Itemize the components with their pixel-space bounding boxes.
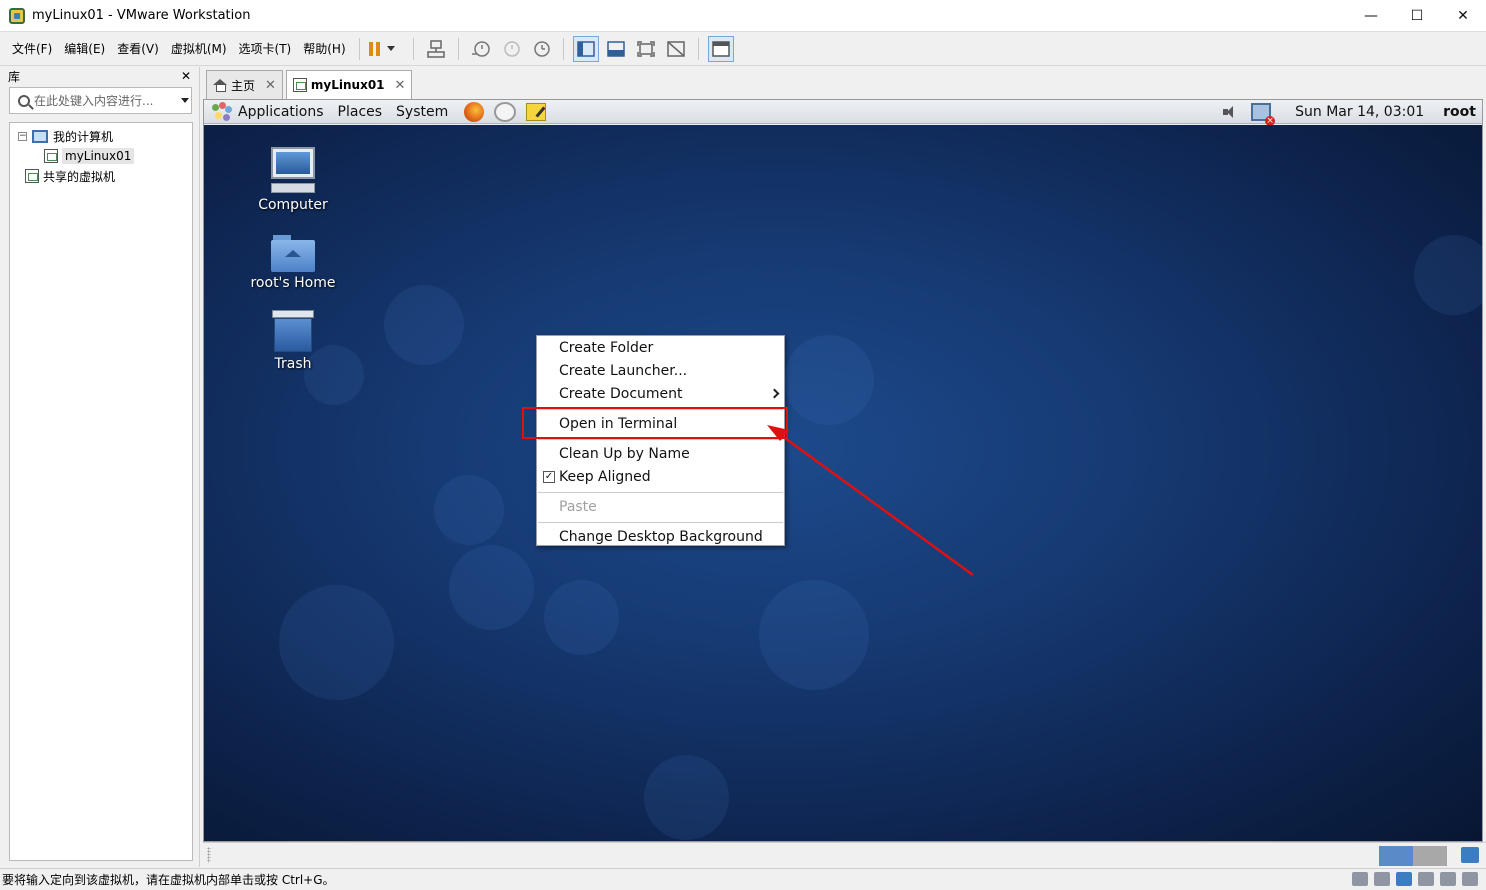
vm-state-indicator[interactable]	[1379, 846, 1447, 866]
window-icon	[711, 40, 730, 57]
tree-item-my-computer[interactable]: − 我的计算机	[10, 126, 192, 146]
tree-label: 我的计算机	[53, 129, 114, 144]
console-bottom-bar	[203, 842, 1486, 867]
chevron-down-icon	[386, 46, 395, 51]
toolbar-separator	[562, 37, 564, 60]
pause-icon	[368, 41, 381, 56]
hard-disk-icon[interactable]	[1352, 872, 1368, 886]
menu-applications[interactable]: Applications	[238, 104, 324, 120]
maximize-button[interactable]: ☐	[1394, 0, 1440, 32]
annotation-arrow	[767, 425, 974, 577]
close-window-button[interactable]: ✕	[1440, 0, 1486, 32]
library-close-icon[interactable]: ✕	[181, 69, 191, 83]
virtual-machine-icon	[44, 149, 58, 163]
unity-icon	[666, 40, 685, 57]
firefox-icon[interactable]	[464, 101, 485, 122]
sidebar-icon	[576, 40, 595, 57]
printer-icon[interactable]	[1418, 872, 1434, 886]
sound-card-icon[interactable]	[1440, 872, 1456, 886]
send-ctrl-alt-del-button[interactable]	[423, 36, 449, 62]
menu-edit[interactable]: 编辑(E)	[58, 38, 111, 60]
close-tab-icon[interactable]: ✕	[395, 78, 406, 93]
network-adapter-icon[interactable]	[1396, 872, 1412, 886]
vm-console[interactable]: Applications Places System Sun Mar 14, 0…	[203, 99, 1483, 842]
toolbar-separator	[457, 37, 459, 60]
tree-item-shared-vms[interactable]: 共享的虚拟机	[10, 166, 192, 186]
window-title: myLinux01 - VMware Workstation	[32, 8, 251, 23]
menu-vm[interactable]: 虚拟机(M)	[165, 38, 233, 60]
library-header: 库 ✕	[0, 67, 199, 85]
tab-mylinux01[interactable]: myLinux01 ✕	[285, 70, 413, 99]
menu-bar: 文件(F) 编辑(E) 查看(V) 虚拟机(M) 选项卡(T) 帮助(H)	[0, 32, 1486, 66]
library-tree: − 我的计算机 myLinux01 共享的虚拟机	[9, 122, 193, 861]
shared-vm-icon	[25, 169, 39, 183]
clock-icon	[503, 40, 520, 57]
cd-drive-icon[interactable]	[1374, 872, 1390, 886]
gnome-top-panel: Applications Places System Sun Mar 14, 0…	[204, 100, 1482, 126]
notes-icon[interactable]	[526, 102, 547, 121]
tab-bar: 主页 ✕ myLinux01 ✕	[203, 70, 413, 99]
title-bar: myLinux01 - VMware Workstation — ☐ ✕	[0, 0, 1486, 32]
unity-button[interactable]	[663, 36, 689, 62]
tab-label: 主页	[231, 78, 256, 93]
library-title: 库	[8, 69, 21, 84]
resize-grip-icon[interactable]	[207, 847, 211, 863]
revert-snapshot-button[interactable]	[498, 36, 524, 62]
tree-label: myLinux01	[62, 148, 135, 164]
vmware-app-icon	[9, 7, 25, 24]
snapshot-button[interactable]	[468, 36, 494, 62]
console-view-button[interactable]	[707, 35, 734, 62]
toolbar-separator	[412, 37, 414, 60]
collapse-toggle[interactable]: −	[18, 131, 27, 141]
mail-icon[interactable]	[494, 101, 517, 122]
minimize-button[interactable]: —	[1348, 0, 1394, 32]
home-icon	[213, 79, 227, 92]
network-disconnected-icon[interactable]	[1251, 103, 1276, 126]
fullscreen-icon	[636, 40, 655, 57]
panel-clock[interactable]: Sun Mar 14, 03:01	[1295, 104, 1424, 120]
status-bar: 要将输入定向到该虚拟机，请在虚拟机内部单击或按 Ctrl+G。	[0, 868, 1486, 890]
volume-icon[interactable]	[1221, 104, 1237, 120]
tree-item-mylinux01[interactable]: myLinux01	[10, 146, 192, 166]
network-icon	[426, 39, 445, 58]
computer-icon	[32, 129, 48, 143]
fullscreen-button[interactable]	[633, 36, 659, 62]
menu-places[interactable]: Places	[338, 104, 383, 120]
virtual-machine-icon	[292, 78, 307, 92]
menu-help[interactable]: 帮助(H)	[297, 38, 351, 60]
chevron-down-icon[interactable]	[181, 98, 189, 103]
toolbar-separator	[358, 37, 360, 60]
clock-icon	[471, 40, 490, 57]
thumbnail-bar-button[interactable]	[603, 36, 629, 62]
window-controls: — ☐ ✕	[1348, 0, 1486, 32]
library-search[interactable]	[9, 87, 192, 114]
tree-label: 共享的虚拟机	[43, 169, 116, 184]
toolbar-separator	[697, 37, 699, 60]
library-search-input[interactable]	[34, 93, 159, 108]
menu-tabs[interactable]: 选项卡(T)	[233, 38, 298, 60]
search-icon	[18, 94, 30, 107]
device-status-icons	[1352, 872, 1478, 886]
menu-system[interactable]: System	[396, 104, 448, 120]
pause-button[interactable]	[368, 36, 395, 62]
show-library-button[interactable]	[572, 35, 599, 62]
keyboard-focus-icon[interactable]	[1461, 847, 1479, 863]
snapshot-manager-button[interactable]	[528, 36, 554, 62]
close-tab-icon[interactable]: ✕	[265, 78, 276, 93]
tab-label: myLinux01	[310, 78, 385, 92]
tab-home[interactable]: 主页 ✕	[206, 70, 283, 99]
gnome-desktop[interactable]: Computer root's Home Trash Create Folder…	[204, 125, 1482, 841]
menu-file[interactable]: 文件(F)	[6, 38, 58, 60]
panel-icon	[606, 40, 625, 57]
clock-icon	[533, 40, 550, 57]
library-panel: 库 ✕ − 我的计算机 myLinux01 共享的虚拟机	[0, 67, 200, 867]
status-message: 要将输入定向到该虚拟机，请在虚拟机内部单击或按 Ctrl+G。	[2, 873, 335, 887]
gnome-foot-icon	[212, 101, 232, 122]
panel-user[interactable]: root	[1443, 104, 1476, 120]
menu-view[interactable]: 查看(V)	[111, 38, 165, 60]
display-icon[interactable]	[1462, 872, 1478, 886]
panel-status-area: Sun Mar 14, 03:01 root	[1221, 100, 1482, 126]
